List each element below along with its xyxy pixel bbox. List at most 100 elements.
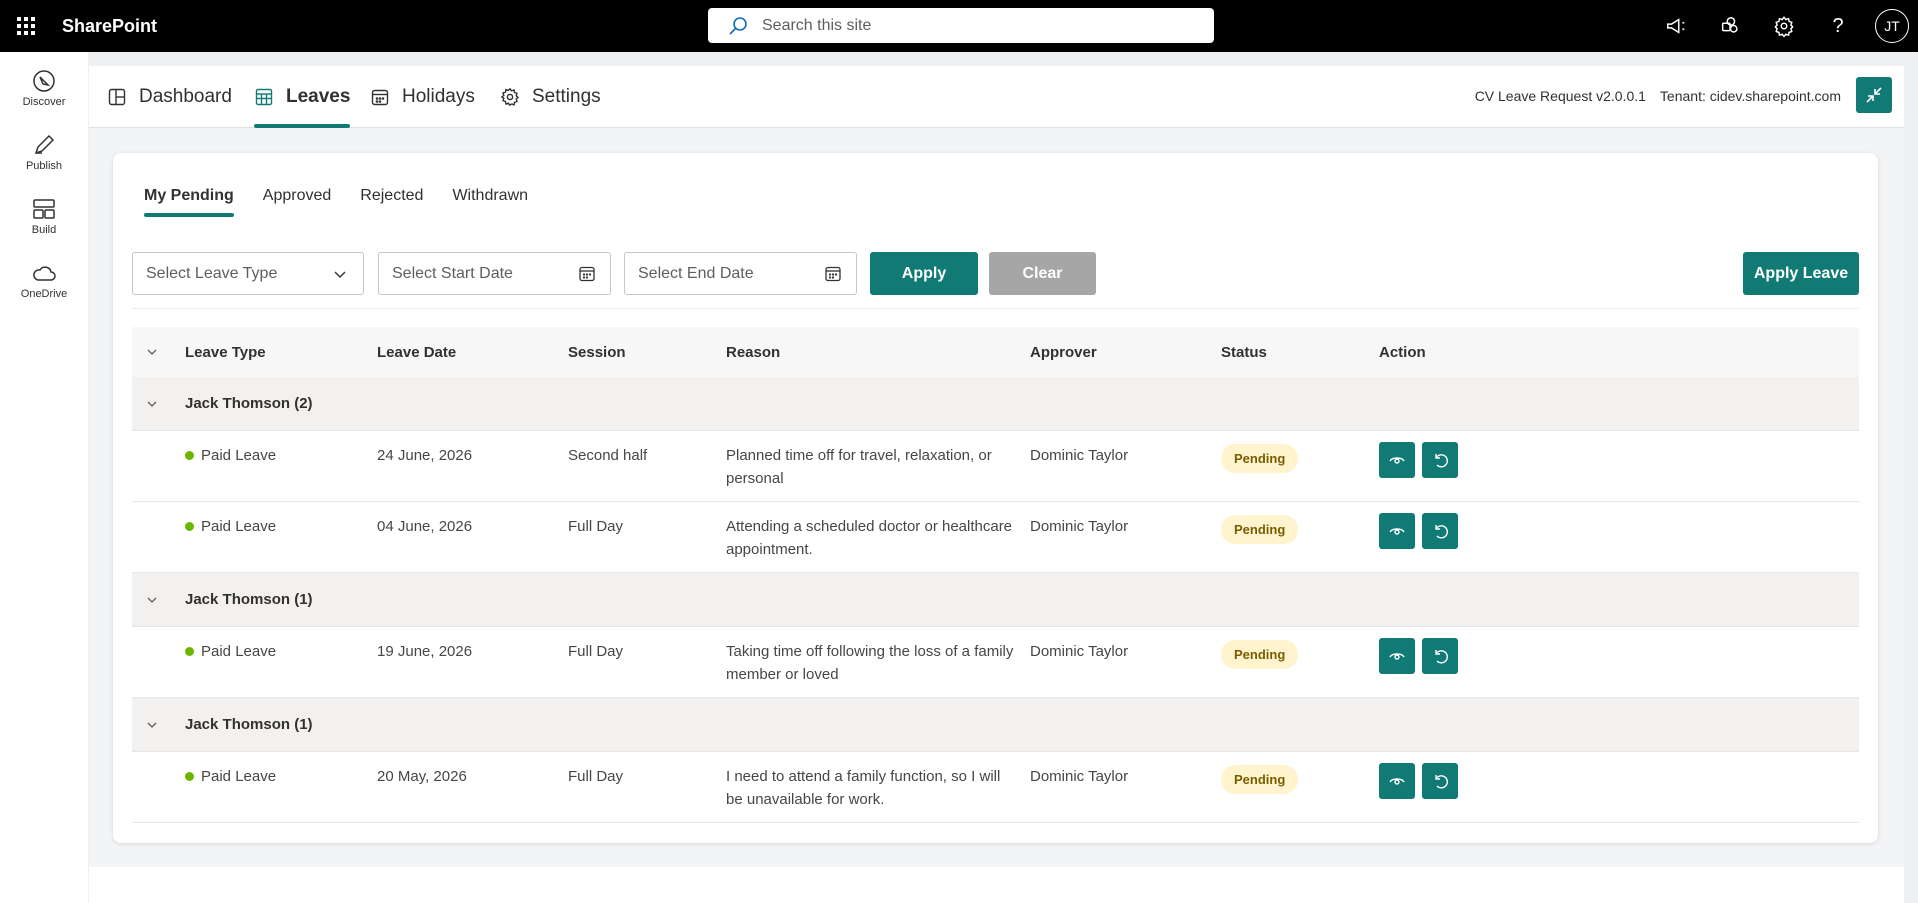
clear-filter-button[interactable]: Clear [989,252,1096,295]
cloud-icon [33,266,56,281]
eye-icon [1389,528,1405,535]
tab-dashboard[interactable]: Dashboard [107,66,232,128]
megaphone-icon[interactable] [1649,0,1703,52]
gear-icon[interactable] [1757,0,1811,52]
appbar-label: Discover [22,96,66,108]
reason: Taking time off following the loss of a … [726,643,1014,683]
subtab-rejected[interactable]: Rejected [360,187,423,217]
version-info: CV Leave Request v2.0.0.1 Tenant: cidev.s… [1475,88,1841,104]
tab-holidays[interactable]: Holidays [370,66,475,128]
group-header[interactable]: Jack Thomson (1) [132,573,1859,627]
start-date-field[interactable]: Select Start Date [378,252,611,295]
leave-type: Paid Leave [201,447,277,464]
calendar-icon [371,89,389,106]
appbar-onedrive[interactable]: OneDrive [0,252,88,308]
reason: Planned time off for travel, relaxation,… [726,447,992,487]
app-launcher-icon[interactable] [0,0,52,52]
layout-icon [33,199,55,219]
table-row[interactable]: Paid Leave 20 May, 2026 Full Day I need … [132,752,1859,823]
view-button[interactable] [1379,763,1415,799]
tab-settings[interactable]: Settings [500,66,601,128]
column-header[interactable]: Leave Date [377,327,456,377]
appbar-publish[interactable]: Publish [0,124,88,180]
column-header[interactable]: Status [1221,327,1267,377]
search-input[interactable]: Search this site [762,17,871,35]
status-dot [185,772,194,781]
group-header[interactable]: Jack Thomson (2) [132,377,1859,431]
apply-filter-button[interactable]: Apply [870,252,978,295]
table-row[interactable]: Paid Leave 19 June, 2026 Full Day Taking… [132,627,1859,698]
appbar-discover[interactable]: Discover [0,60,88,116]
subtab-my-pending[interactable]: My Pending [144,187,234,217]
appbar-label: OneDrive [20,288,68,300]
leaves-table: Leave Type Leave Date Session Reason App… [132,327,1859,823]
withdraw-button[interactable] [1422,638,1458,674]
group-header[interactable]: Jack Thomson (1) [132,698,1859,752]
compass-icon [33,70,55,92]
collapse-icon [1866,87,1882,103]
view-button[interactable] [1379,513,1415,549]
avatar[interactable]: JT [1875,9,1909,43]
pen-icon [34,134,55,155]
gear-icon [500,87,520,107]
search-box[interactable]: Search this site [708,8,1214,43]
approver: Dominic Taylor [1030,643,1129,660]
top-nav: Dashboard Leaves Holidays Settings CV Le… [89,66,1904,128]
withdraw-button[interactable] [1422,442,1458,478]
eye-icon [1389,457,1405,464]
subtab-approved[interactable]: Approved [263,187,332,217]
chevron-down-icon[interactable] [146,398,158,410]
brand-name[interactable]: SharePoint [62,16,157,37]
chevron-down-icon[interactable] [146,594,158,606]
view-button[interactable] [1379,638,1415,674]
search-icon [729,16,747,35]
undo-icon [1435,525,1448,539]
app-bar: Discover Publish Build OneDrive [0,52,88,903]
chevron-down-icon [334,271,346,278]
leave-date: 19 June, 2026 [377,643,473,660]
main-canvas: Dashboard Leaves Holidays Settings CV Le… [89,66,1904,903]
collapse-all-toggle[interactable] [146,327,158,377]
divider [132,308,1859,309]
group-title: Jack Thomson (1) [185,716,313,733]
withdraw-button[interactable] [1422,513,1458,549]
leave-type: Paid Leave [201,643,277,660]
status-tabs: My Pending Approved Rejected Withdrawn [144,187,557,217]
calendar-icon[interactable] [578,265,596,283]
status-dot [185,522,194,531]
leaves-card: My Pending Approved Rejected Withdrawn S… [113,153,1878,843]
table-header: Leave Type Leave Date Session Reason App… [132,327,1859,377]
status-badge: Pending [1221,444,1299,473]
chevron-down-icon[interactable] [146,719,158,731]
view-button[interactable] [1379,442,1415,478]
leave-type: Paid Leave [201,768,277,785]
column-header[interactable]: Session [568,327,626,377]
column-header[interactable]: Reason [726,327,780,377]
leave-type: Paid Leave [201,518,277,535]
status-badge: Pending [1221,640,1299,669]
undo-icon [1435,454,1448,468]
appbar-build[interactable]: Build [0,188,88,244]
subtab-withdrawn[interactable]: Withdrawn [452,187,528,217]
calendar-icon[interactable] [824,265,842,283]
help-icon[interactable]: ? [1811,0,1865,52]
table-row[interactable]: Paid Leave 04 June, 2026 Full Day Attend… [132,502,1859,573]
column-header[interactable]: Leave Type [185,327,266,377]
column-header[interactable]: Approver [1030,327,1097,377]
suite-bar: SharePoint Search this site ? JT [0,0,1918,52]
sharepoint-app-icon[interactable] [1703,0,1757,52]
footer-area [89,867,1904,903]
group-title: Jack Thomson (2) [185,395,313,412]
approver: Dominic Taylor [1030,447,1129,464]
leave-type-dropdown[interactable]: Select Leave Type [132,252,364,295]
table-row[interactable]: Paid Leave 24 June, 2026 Second half Pla… [132,431,1859,502]
end-date-field[interactable]: Select End Date [624,252,857,295]
leave-date: 20 May, 2026 [377,768,467,785]
tab-leaves[interactable]: Leaves [254,66,351,128]
session: Full Day [568,643,624,660]
undo-icon [1435,775,1448,789]
withdraw-button[interactable] [1422,763,1458,799]
apply-leave-button[interactable]: Apply Leave [1743,252,1859,295]
collapse-button[interactable] [1856,77,1892,113]
group-title: Jack Thomson (1) [185,591,313,608]
